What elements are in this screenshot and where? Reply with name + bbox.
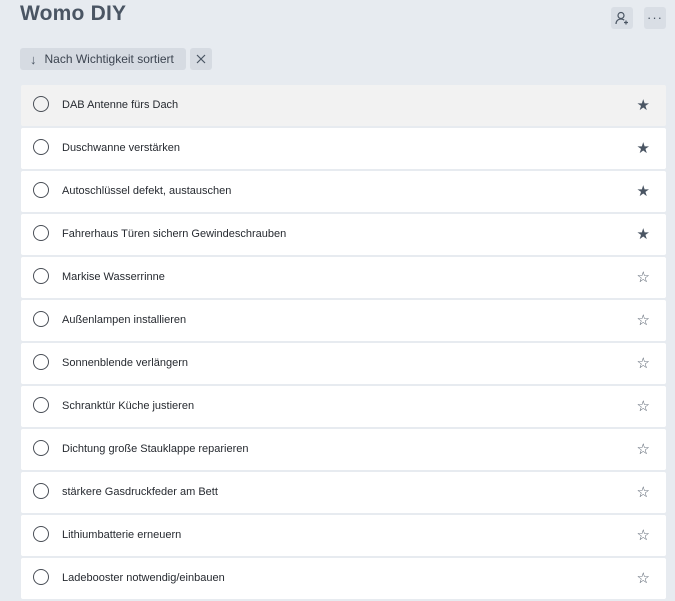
task-title: Schranktür Küche justieren <box>62 400 195 412</box>
sort-label: Nach Wichtigkeit sortiert <box>44 52 174 66</box>
task-title: Außenlampen installieren <box>62 314 187 326</box>
task-title: Fahrerhaus Türen sichern Gewindeschraube… <box>62 228 287 240</box>
person-add-icon <box>615 11 628 25</box>
star-filled-icon[interactable]: ★ <box>637 85 650 126</box>
star-filled-icon[interactable]: ★ <box>637 128 650 169</box>
arrow-down-icon: ↓ <box>30 51 37 67</box>
share-list-button[interactable] <box>611 7 633 29</box>
complete-checkbox[interactable] <box>33 225 49 241</box>
task-title: DAB Antenne fürs Dach <box>62 99 179 111</box>
complete-checkbox[interactable] <box>33 354 49 370</box>
task-row[interactable]: Autoschlüssel defekt, austauschen ★ <box>21 171 666 212</box>
clear-sort-button[interactable] <box>190 48 212 70</box>
task-row[interactable]: Ladebooster notwendig/einbauen ☆ <box>21 558 666 599</box>
task-row[interactable]: DAB Antenne fürs Dach ★ <box>21 85 666 126</box>
task-row[interactable]: Dichtung große Stauklappe reparieren ☆ <box>21 429 666 470</box>
complete-checkbox[interactable] <box>33 96 49 112</box>
complete-checkbox[interactable] <box>33 483 49 499</box>
task-title: stärkere Gasdruckfeder am Bett <box>62 486 218 498</box>
star-outline-icon[interactable]: ☆ <box>637 558 650 599</box>
star-outline-icon[interactable]: ☆ <box>637 300 650 341</box>
more-options-button[interactable]: ··· <box>644 7 666 29</box>
task-title: Sonnenblende verlängern <box>62 357 188 369</box>
task-title: Markise Wasserrinne <box>62 271 165 283</box>
task-row[interactable]: Schranktür Küche justieren ☆ <box>21 386 666 427</box>
task-row[interactable]: Lithiumbatterie erneuern ☆ <box>21 515 666 556</box>
task-list: DAB Antenne fürs Dach ★ Duschwanne verst… <box>21 85 666 601</box>
task-row[interactable]: Sonnenblende verlängern ☆ <box>21 343 666 384</box>
task-title: Autoschlüssel defekt, austauschen <box>62 185 232 197</box>
task-title: Ladebooster notwendig/einbauen <box>62 572 225 584</box>
task-title: Dichtung große Stauklappe reparieren <box>62 443 249 455</box>
star-outline-icon[interactable]: ☆ <box>637 257 650 298</box>
complete-checkbox[interactable] <box>33 440 49 456</box>
task-row[interactable]: Markise Wasserrinne ☆ <box>21 257 666 298</box>
list-title: Womo DIY <box>20 2 127 25</box>
task-row[interactable]: Fahrerhaus Türen sichern Gewindeschraube… <box>21 214 666 255</box>
star-outline-icon[interactable]: ☆ <box>637 429 650 470</box>
task-title: Lithiumbatterie erneuern <box>62 529 182 541</box>
task-row[interactable]: stärkere Gasdruckfeder am Bett ☆ <box>21 472 666 513</box>
complete-checkbox[interactable] <box>33 182 49 198</box>
complete-checkbox[interactable] <box>33 268 49 284</box>
task-title: Duschwanne verstärken <box>62 142 181 154</box>
complete-checkbox[interactable] <box>33 139 49 155</box>
star-filled-icon[interactable]: ★ <box>637 214 650 255</box>
star-outline-icon[interactable]: ☆ <box>637 343 650 384</box>
complete-checkbox[interactable] <box>33 397 49 413</box>
star-outline-icon[interactable]: ☆ <box>637 472 650 513</box>
task-row[interactable]: Duschwanne verstärken ★ <box>21 128 666 169</box>
sort-chip[interactable]: ↓ Nach Wichtigkeit sortiert <box>20 48 186 70</box>
complete-checkbox[interactable] <box>33 311 49 327</box>
star-outline-icon[interactable]: ☆ <box>637 515 650 556</box>
close-icon <box>196 54 206 64</box>
star-filled-icon[interactable]: ★ <box>637 171 650 212</box>
complete-checkbox[interactable] <box>33 569 49 585</box>
star-outline-icon[interactable]: ☆ <box>637 386 650 427</box>
complete-checkbox[interactable] <box>33 526 49 542</box>
task-row[interactable]: Außenlampen installieren ☆ <box>21 300 666 341</box>
